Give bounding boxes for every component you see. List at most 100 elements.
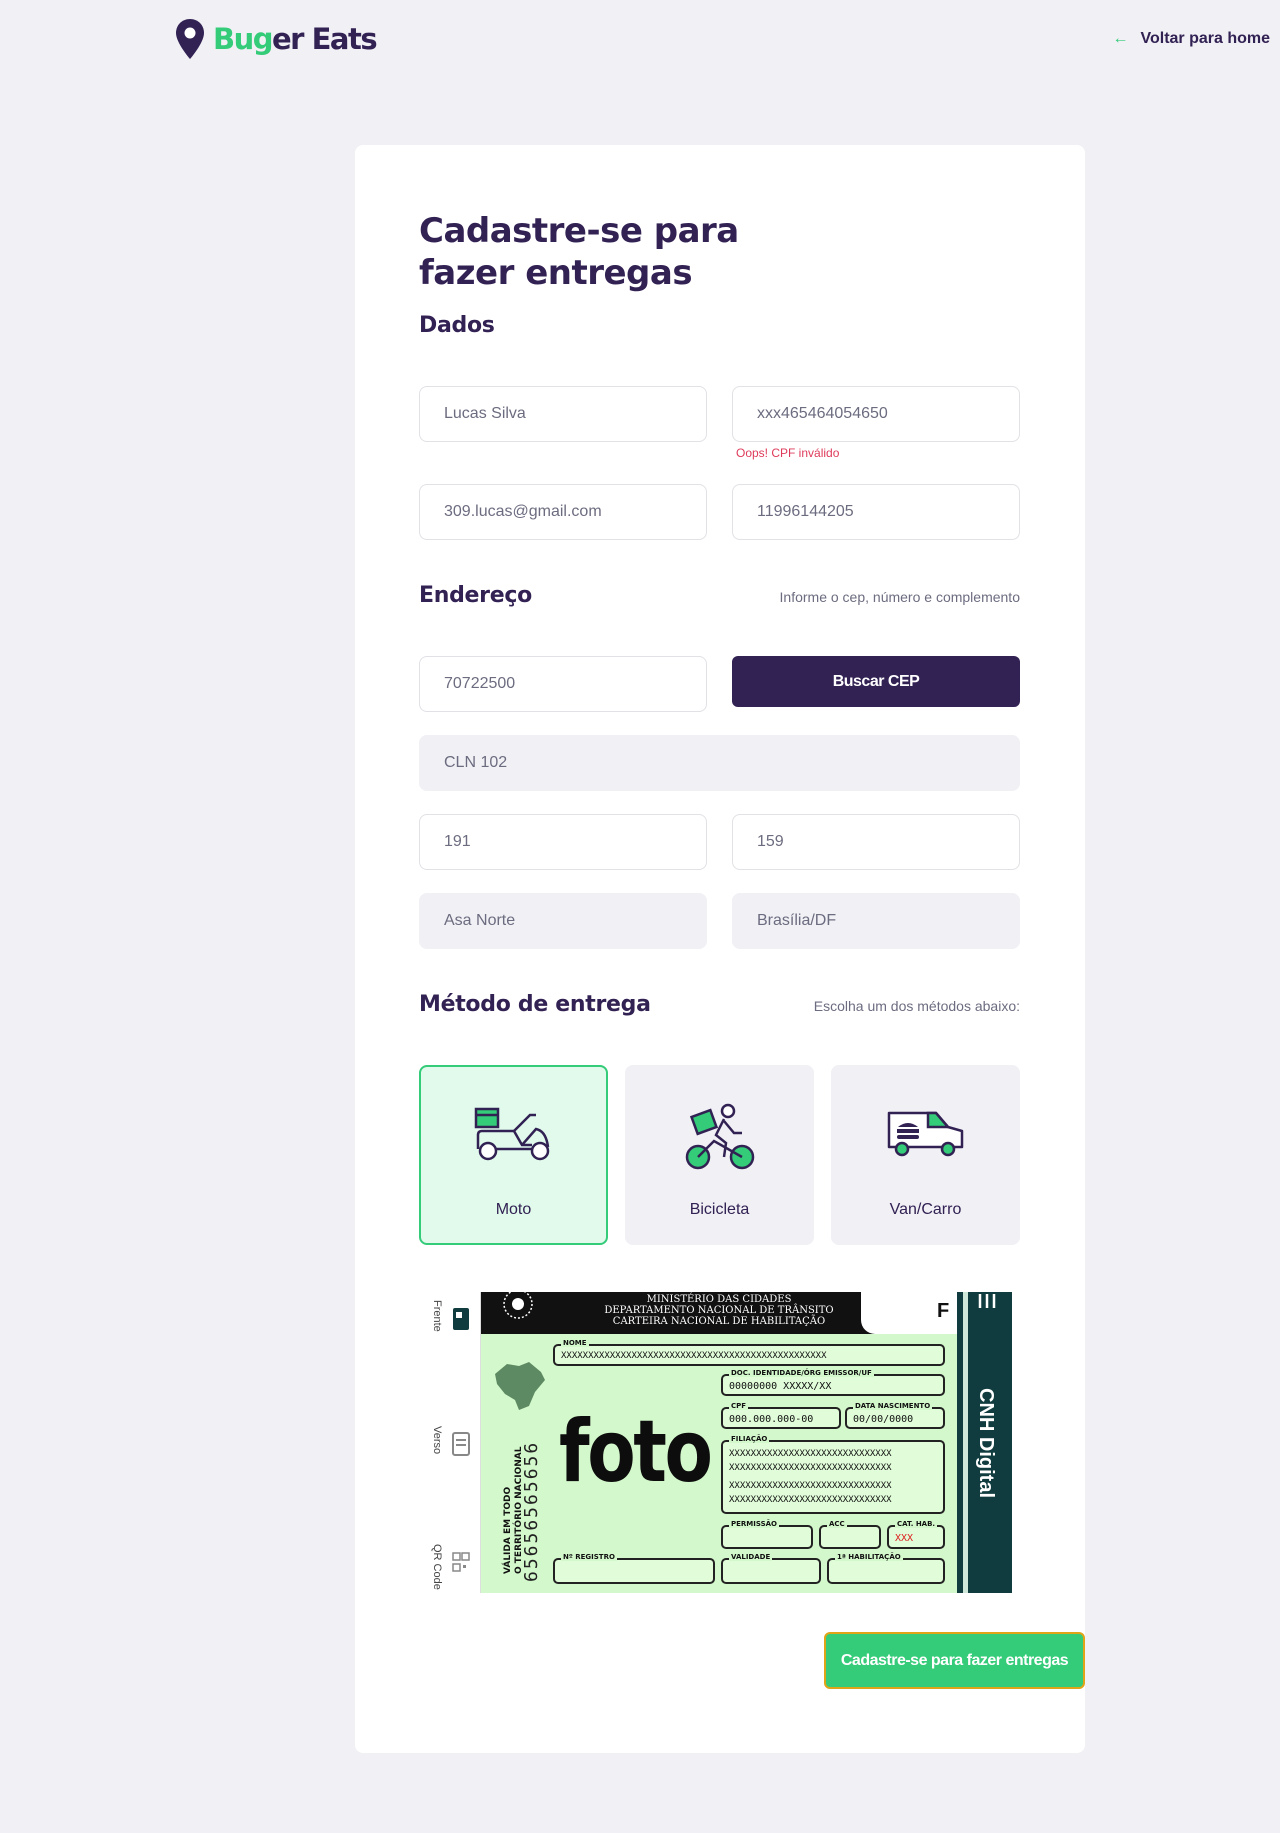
back-to-home-link[interactable]: ← Voltar para home [1112,30,1270,48]
cnh-filiacao-box: FILIAÇÃO XXXXXXXXXXXXXXXXXXXXXXXXXXXXXX … [721,1435,945,1514]
cpf-error-message: Oops! CPF inválido [736,446,840,460]
email-field[interactable] [419,484,707,540]
cpf-input[interactable] [733,387,1019,441]
submit-signup-button[interactable]: Cadastre-se para fazer entregas [824,1632,1085,1689]
city-field[interactable] [732,893,1020,949]
brand-name: Buger Eats [213,22,378,56]
card-back-icon [452,1432,470,1456]
method-bicicleta[interactable]: Bicicleta [625,1065,814,1245]
street-input[interactable] [420,736,1019,790]
cnh-doc-box: DOC. IDENTIDADE/ÓRG EMISSOR/UF 00000000 … [721,1369,945,1396]
cnh-side-tabs: Frente Verso QR Code [425,1292,481,1593]
qr-code-icon [452,1552,470,1572]
section-dados-heading: Dados [419,313,495,338]
metodo-hint: Escolha um dos métodos abaixo: [813,998,1020,1014]
whatsapp-field[interactable] [732,484,1020,540]
cnh-habilitacao-label: 1ª HABILITAÇÃO [835,1553,903,1561]
street-field[interactable] [419,735,1020,791]
cnh-tab-frente[interactable]: Frente [431,1300,443,1332]
cnh-digital-strip: CNH Digital [957,1292,1012,1593]
search-cep-button[interactable]: Buscar CEP [732,656,1020,707]
scooter-icon [474,1107,549,1161]
cnh-nascimento-label: DATA NASCIMENTO [853,1402,933,1410]
cnh-nome-value: XXXXXXXXXXXXXXXXXXXXXXXXXXXXXXXXXXXXXXXX… [561,1351,827,1361]
cnh-upload-preview[interactable]: Frente Verso QR Code MINISTÉRIO DAS CIDA… [425,1292,1012,1593]
cnh-permissao-box: PERMISSÃO [721,1520,813,1549]
cnh-filiacao-label: FILIAÇÃO [729,1435,770,1443]
section-endereco-heading: Endereço [419,583,532,608]
district-field[interactable] [419,893,707,949]
method-bicicleta-label: Bicicleta [689,1201,750,1218]
method-van-carro[interactable]: Van/Carro [831,1065,1020,1245]
cnh-doc-label: DOC. IDENTIDADE/ÓRG EMISSOR/UF [729,1369,874,1377]
signup-card: Cadastre-se para fazer entregas Dados Oo… [355,145,1085,1753]
cnh-validade-box: VALIDADE [721,1553,821,1584]
brand-logo[interactable]: Buger Eats [173,17,378,61]
id-card-icon [453,1308,469,1330]
cnh-filiacao-line4: XXXXXXXXXXXXXXXXXXXXXXXXXXXXXX [729,1495,892,1505]
cep-field[interactable] [419,656,707,712]
cnh-document: MINISTÉRIO DAS CIDADES DEPARTAMENTO NACI… [481,1292,957,1593]
cnh-tab-verso[interactable]: Verso [431,1426,443,1454]
cnh-reg-number: 65656565656 [521,1440,542,1582]
cnh-nascimento-box: DATA NASCIMENTO 00/00/0000 [845,1402,945,1429]
cnh-corner-letter: F [937,1300,950,1322]
cnh-photo-placeholder: foto [559,1402,713,1502]
name-input[interactable] [420,387,706,441]
cnh-tab-qrcode[interactable]: QR Code [431,1544,443,1590]
back-to-home-label: Voltar para home [1140,30,1270,47]
cnh-strip-bar [963,1292,968,1593]
cnh-permissao-label: PERMISSÃO [729,1520,780,1528]
cnh-valid-line1: VÁLIDA EM TODO [503,1486,513,1574]
cnh-registro-label: Nº REGISTRO [561,1553,617,1561]
cnh-filiacao-line3: XXXXXXXXXXXXXXXXXXXXXXXXXXXXXX [729,1481,892,1491]
section-dados: Dados [419,313,996,338]
number-field[interactable] [419,814,707,870]
cnh-filiacao-line1: XXXXXXXXXXXXXXXXXXXXXXXXXXXXXX [729,1449,892,1459]
cnh-doc-value: 00000000 XXXXX/XX [729,1381,832,1392]
section-metodo: Método de entrega Escolha um dos métodos… [419,992,1020,1017]
district-input[interactable] [420,894,706,948]
cep-input[interactable] [420,657,706,711]
whatsapp-input[interactable] [733,485,1019,539]
page-title: Cadastre-se para fazer entregas [419,211,739,293]
method-moto-label: Moto [495,1201,532,1218]
cnh-validade-label: VALIDADE [729,1553,773,1561]
number-input[interactable] [420,815,706,869]
section-metodo-heading: Método de entrega [419,992,651,1017]
cnh-filiacao-line2: XXXXXXXXXXXXXXXXXXXXXXXXXXXXXX [729,1463,892,1473]
complement-input[interactable] [733,815,1019,869]
coat-of-arms-icon [503,1292,533,1319]
bicycle-icon [685,1103,754,1170]
email-input[interactable] [420,485,706,539]
top-header: Buger Eats ← Voltar para home [0,0,1280,80]
cnh-digital-label: CNH Digital [975,1388,997,1498]
complement-field[interactable] [732,814,1020,870]
cnh-acc-label: ACC [827,1520,847,1528]
cnh-cat-label: CAT. HAB. [895,1520,938,1528]
cnh-nome-box: NOME XXXXXXXXXXXXXXXXXXXXXXXXXXXXXXXXXXX… [553,1339,945,1366]
cnh-nome-label: NOME [561,1339,589,1347]
cnh-cat-value: XXX [895,1533,914,1544]
van-icon [887,1111,963,1157]
section-endereco: Endereço Informe o cep, número e complem… [419,583,1020,608]
delivery-methods: Moto Bicicleta Van/Carro [419,1065,1020,1245]
cnh-cpf-value: 000.000.000-00 [729,1414,814,1425]
cnh-cpf-label: CPF [729,1402,749,1410]
map-pin-icon [176,19,204,59]
cnh-corner-badge: F [861,1292,957,1334]
cnh-cat-box: CAT. HAB. XXX [887,1520,945,1549]
cnh-cpf-box: CPF 000.000.000-00 [721,1402,841,1429]
method-van-carro-label: Van/Carro [889,1201,962,1218]
cnh-nascimento-value: 00/00/0000 [853,1414,914,1425]
cpf-field[interactable] [732,386,1020,442]
menu-icon [978,1294,996,1308]
cnh-acc-box: ACC [819,1520,881,1549]
name-field[interactable] [419,386,707,442]
city-input[interactable] [733,894,1019,948]
arrow-left-icon: ← [1112,30,1129,47]
cnh-habilitacao-box: 1ª HABILITAÇÃO [827,1553,945,1584]
cnh-registro-box: Nº REGISTRO [553,1553,715,1584]
method-moto[interactable]: Moto [419,1065,608,1245]
brazil-map-icon [495,1362,545,1410]
